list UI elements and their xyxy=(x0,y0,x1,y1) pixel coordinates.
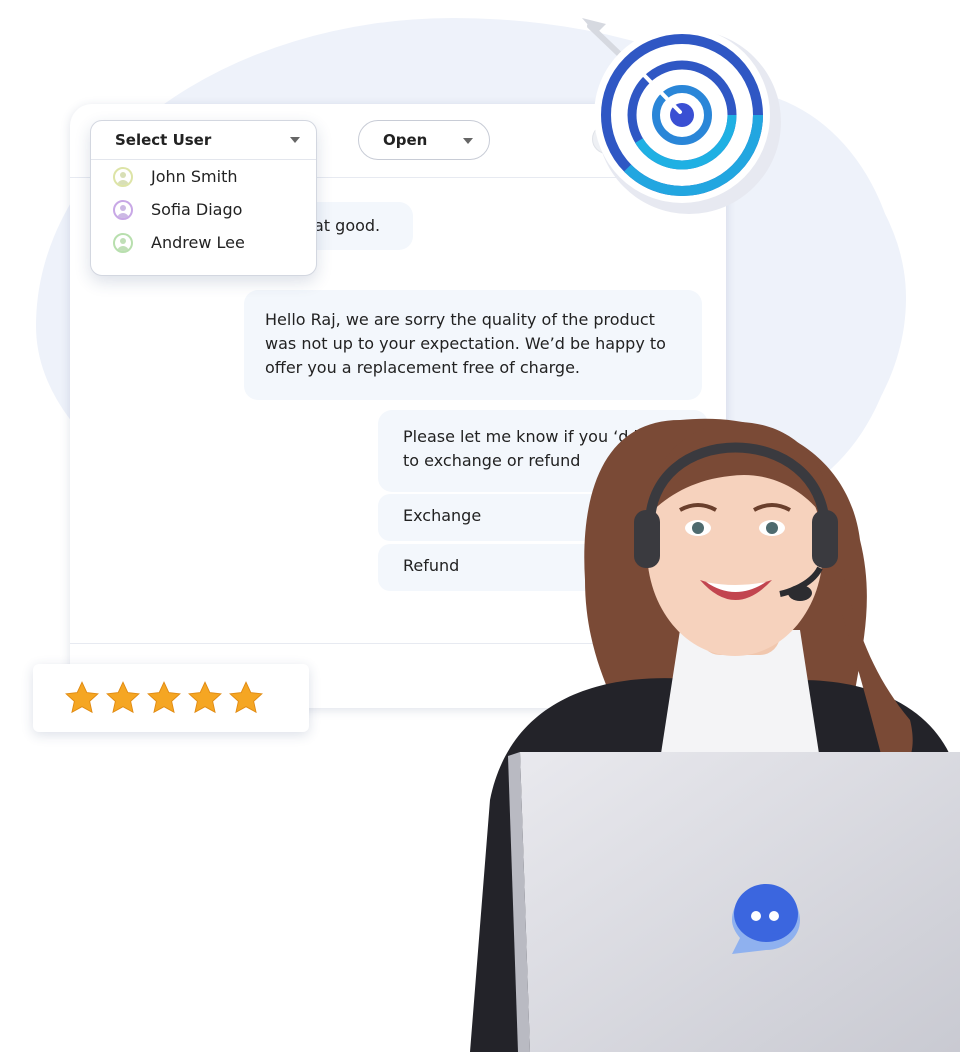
chevron-down-icon xyxy=(463,138,473,144)
customer-message-text: at good. xyxy=(314,216,381,235)
status-select[interactable]: Open xyxy=(358,120,490,160)
user-option-andrew-lee[interactable]: Andrew Lee xyxy=(91,226,316,259)
agent-message-text: Hello Raj, we are sorry the quality of t… xyxy=(265,310,666,377)
star-icon xyxy=(65,681,99,714)
user-name: Sofia Diago xyxy=(151,200,243,219)
star-icon xyxy=(188,681,222,714)
user-avatar-icon xyxy=(113,232,133,253)
status-select-label: Open xyxy=(383,131,428,149)
rating-card xyxy=(33,664,309,732)
star-icon xyxy=(106,681,140,714)
user-name: Andrew Lee xyxy=(151,233,245,252)
user-option-sofia-diago[interactable]: Sofia Diago xyxy=(91,193,316,226)
target-icon xyxy=(582,18,781,214)
chevron-down-icon xyxy=(290,137,300,143)
star-icon xyxy=(147,681,181,714)
user-avatar-icon xyxy=(113,166,133,187)
select-user-label: Select User xyxy=(115,131,212,149)
chat-bubble-icon xyxy=(732,884,800,954)
star-icon xyxy=(229,681,263,714)
user-option-john-smith[interactable]: John Smith xyxy=(91,160,316,193)
select-user-dropdown[interactable]: Select User John Smith Sofia Diago Andre… xyxy=(90,120,317,276)
user-name: John Smith xyxy=(151,167,238,186)
select-user-header[interactable]: Select User xyxy=(91,121,316,160)
user-avatar-icon xyxy=(113,199,133,220)
